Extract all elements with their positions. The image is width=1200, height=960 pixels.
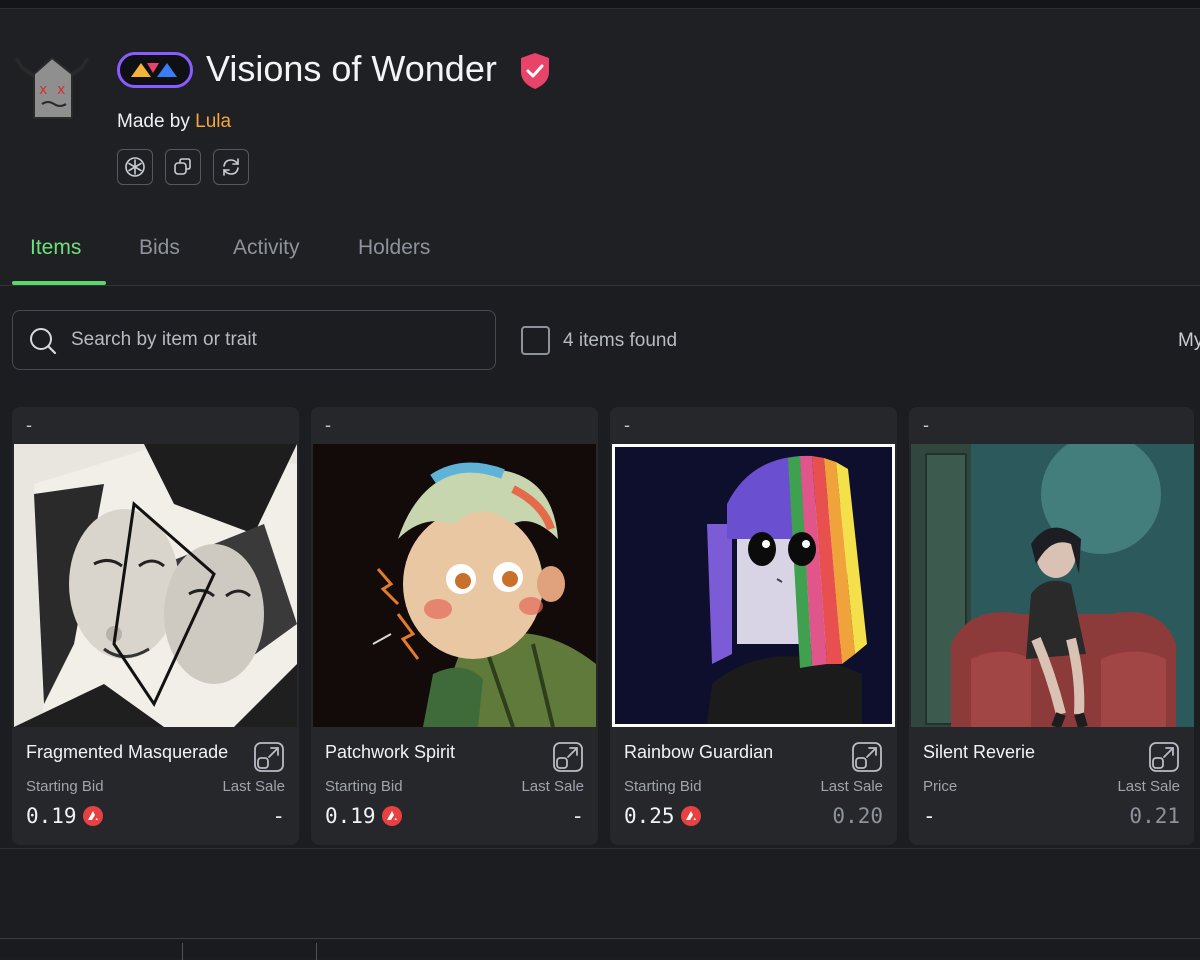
expand-icon[interactable] xyxy=(1148,741,1180,773)
refresh-icon xyxy=(223,158,239,176)
last-sale-value: 0.21 xyxy=(1129,804,1180,828)
collection-title: Visions of Wonder xyxy=(206,48,497,89)
card-rank: - xyxy=(26,415,32,435)
card-rank: - xyxy=(624,415,630,435)
tab-items[interactable]: Items xyxy=(30,236,81,260)
last-sale-value: 0.20 xyxy=(832,804,883,828)
last-sale-label: Last Sale xyxy=(521,778,584,795)
made-by-label: Made by xyxy=(117,111,190,132)
search-icon xyxy=(30,328,57,355)
last-sale-label: Last Sale xyxy=(820,778,883,795)
collection-avatar[interactable]: x x xyxy=(14,52,90,128)
avax-icon xyxy=(381,806,402,826)
patchwork-spirit-artwork[interactable] xyxy=(313,444,596,727)
card-title[interactable]: Patchwork Spirit xyxy=(325,742,455,763)
copy-icon xyxy=(174,158,191,175)
copy-button[interactable] xyxy=(165,149,201,185)
last-sale-value: - xyxy=(272,804,285,828)
nft-card[interactable]: - Silent Reverie Price Last Sale - 0.21 xyxy=(909,407,1194,845)
expand-icon[interactable] xyxy=(851,741,883,773)
nft-card[interactable]: - Patchwork Spirit Starting Bid Last Sal… xyxy=(311,407,598,845)
card-price: 0.25 xyxy=(624,804,701,828)
active-tab-indicator xyxy=(12,281,106,285)
starting-bid-label: Starting Bid xyxy=(26,778,104,795)
last-sale-label: Last Sale xyxy=(1117,778,1180,795)
card-title[interactable]: Rainbow Guardian xyxy=(624,742,773,763)
verified-shield-icon xyxy=(519,52,551,90)
creator-link[interactable]: Lula xyxy=(195,111,231,132)
card-title[interactable]: Silent Reverie xyxy=(923,742,1035,763)
bottom-status-bar xyxy=(0,938,1200,960)
rainbow-guardian-artwork[interactable] xyxy=(612,444,895,727)
card-price: 0.19 xyxy=(26,804,103,828)
price-value: - xyxy=(923,804,936,828)
card-title[interactable]: Fragmented Masquerade xyxy=(26,742,228,763)
expand-icon[interactable] xyxy=(253,741,285,773)
last-sale-value: - xyxy=(571,804,584,828)
bottom-bar-separator xyxy=(182,943,183,960)
price-label: Price xyxy=(923,778,958,795)
card-price: - xyxy=(923,804,936,828)
nft-card[interactable]: - Fragmented Masquerade Starting Bid Las… xyxy=(12,407,299,845)
filter-checkbox[interactable] xyxy=(521,326,550,355)
made-by-line: Made by Lula xyxy=(117,111,231,133)
fragmented-masquerade-artwork[interactable] xyxy=(14,444,297,727)
items-found-count: 4 items found xyxy=(563,330,678,351)
content-divider xyxy=(0,848,1200,849)
collection-tabs: Items Bids Activity Holders xyxy=(0,224,1200,286)
brand-logo-badge xyxy=(117,52,193,88)
svg-text:x: x xyxy=(39,82,47,98)
tab-holders[interactable]: Holders xyxy=(358,236,430,260)
search-input[interactable] xyxy=(71,323,471,357)
top-strip xyxy=(0,0,1200,9)
tab-bids[interactable]: Bids xyxy=(139,236,180,260)
price-value: 0.19 xyxy=(26,804,77,828)
starting-bid-label: Starting Bid xyxy=(624,778,702,795)
starting-bid-label: Starting Bid xyxy=(325,778,403,795)
snowflake-button[interactable] xyxy=(117,149,153,185)
nft-card[interactable]: - Rainbow Guardian Starting Bid Last Sal… xyxy=(610,407,897,845)
refresh-button[interactable] xyxy=(213,149,249,185)
bottom-bar-separator xyxy=(316,943,317,960)
price-value: 0.25 xyxy=(624,804,675,828)
avax-icon xyxy=(680,806,701,826)
price-value: 0.19 xyxy=(325,804,376,828)
my-items-toggle-label[interactable]: My xyxy=(1178,330,1200,352)
search-box[interactable] xyxy=(12,310,496,370)
tab-activity[interactable]: Activity xyxy=(233,236,300,260)
svg-text:x: x xyxy=(57,82,65,98)
card-rank: - xyxy=(923,415,929,435)
silent-reverie-artwork[interactable] xyxy=(911,444,1194,727)
last-sale-label: Last Sale xyxy=(222,778,285,795)
card-price: 0.19 xyxy=(325,804,402,828)
avax-icon xyxy=(82,806,103,826)
card-rank: - xyxy=(325,415,331,435)
expand-icon[interactable] xyxy=(552,741,584,773)
snowflake-icon xyxy=(125,157,145,177)
